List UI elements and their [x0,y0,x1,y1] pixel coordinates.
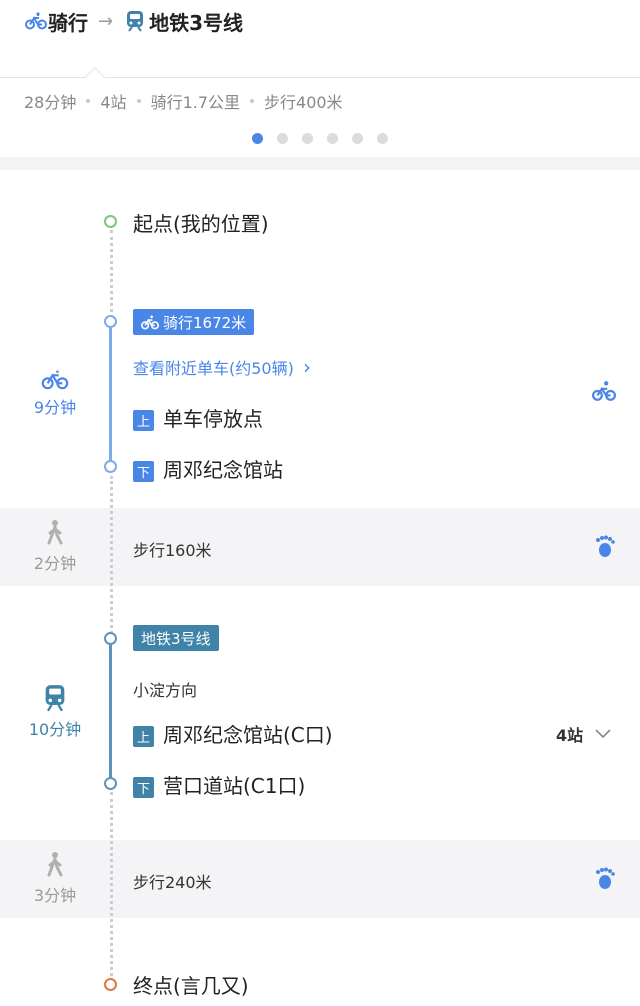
metro-start-node [104,632,117,645]
bike-distance-badge: 骑行1672米 [133,309,255,335]
summary-walk-distance: 步行400米 [264,93,343,112]
metro-end-node [104,777,117,790]
bike-board-row: 上单车停放点 [133,403,263,432]
walk2-distance: 步行240米 [133,873,212,892]
bike-end-node [104,460,117,473]
alight-tag: 下 [133,777,154,798]
start-label: 起点(我的位置) [133,212,269,236]
route-title: 骑行 → 地铁3号线 [24,6,243,36]
summary-separator [250,99,255,103]
nearby-bikes-link[interactable]: 查看附近单车(约50辆) › [133,355,311,379]
bike-icon [141,314,159,329]
footprint-icon[interactable] [593,534,617,562]
nearby-bikes-label: 查看附近单车(约50辆) [133,359,294,378]
section-gap [0,157,640,170]
start-node [104,215,117,228]
walker-icon [0,852,110,882]
bike-icon [592,380,616,406]
board-tag: 上 [133,410,154,431]
end-node [104,978,117,991]
bike-board-label: 单车停放点 [163,407,263,431]
bike-alight-row: 下周邓纪念馆站 [133,454,283,483]
pager-dot[interactable] [277,133,288,144]
metro-board-label: 周邓纪念馆站(C口) [163,723,333,747]
walk1-duration-block: 2分钟 [0,520,110,574]
walker-icon [0,520,110,550]
arrow-icon: → [98,10,114,32]
pager-dot[interactable] [377,133,388,144]
bike-alight-label: 周邓纪念馆站 [163,458,283,482]
timeline-dotted [110,230,113,318]
timeline-dotted [110,476,113,634]
pager-dot[interactable] [327,133,338,144]
metro-direction: 小淀方向 [133,681,198,700]
metro-duration: 10分钟 [28,720,82,739]
pager-dot[interactable] [352,133,363,144]
bike-start-node [104,315,117,328]
metro-alight-row: 下营口道站(C1口) [133,770,305,799]
destination-line-label: 地铁3号线 [149,10,244,35]
walk1-duration: 2分钟 [33,554,77,573]
summary-separator [86,99,91,103]
header-notch [85,67,105,87]
metro-icon [123,9,147,33]
end-label: 终点(言几又) [133,974,249,998]
metro-duration-block: 10分钟 [0,684,110,740]
bike-icon [0,368,110,394]
metro-line-badge: 地铁3号线 [133,625,219,651]
bike-icon [24,9,48,33]
metro-alight-label: 营口道站(C1口) [163,774,306,798]
stops-count: 4站 [556,726,584,745]
stops-toggle[interactable]: 4站 [556,722,611,746]
footprint-icon[interactable] [593,866,617,894]
metro-icon [0,684,110,716]
chevron-right-icon: › [302,355,311,379]
summary-separator [136,99,141,103]
walk2-duration-block: 3分钟 [0,852,110,906]
metro-board-row: 上周邓纪念馆站(C口) [133,719,333,748]
walk1-distance: 步行160米 [133,541,212,560]
origin-mode-label: 骑行 [48,10,88,35]
bike-distance-label: 骑行1672米 [163,313,247,332]
bike-duration-block: 9分钟 [0,368,110,418]
board-tag: 上 [133,726,154,747]
chevron-down-icon [595,729,611,739]
summary-duration: 28分钟 [24,93,77,112]
plan-pager[interactable] [252,133,402,144]
walk2-duration: 3分钟 [33,886,77,905]
summary-bike-distance: 骑行1.7公里 [150,93,241,112]
pager-dot[interactable] [302,133,313,144]
pager-dot[interactable] [252,133,263,144]
alight-tag: 下 [133,461,154,482]
timeline-dotted [110,792,113,976]
bike-duration: 9分钟 [33,398,77,417]
summary-stops: 4站 [100,93,127,112]
route-summary: 28分钟 4站 骑行1.7公里 步行400米 [24,89,343,113]
